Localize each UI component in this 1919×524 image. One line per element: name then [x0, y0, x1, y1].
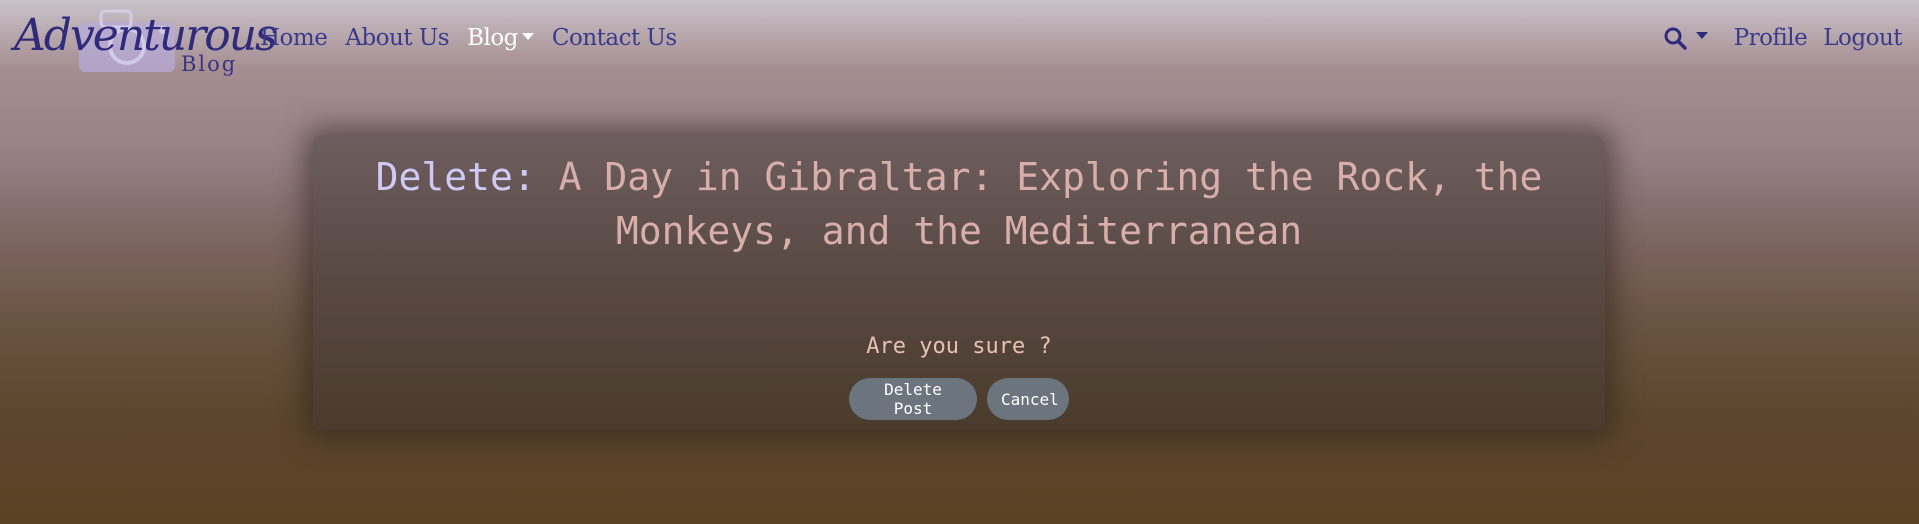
- nav-contact-us[interactable]: Contact Us: [552, 25, 677, 51]
- nav-home[interactable]: Home: [260, 25, 328, 51]
- main-nav: Home About Us Blog Contact Us: [260, 25, 695, 51]
- nav-profile[interactable]: Profile: [1734, 25, 1808, 51]
- brand-logo[interactable]: Adventurous Blog: [14, 6, 278, 78]
- search-icon: [1664, 27, 1687, 50]
- brand-sub-text: Blog: [181, 52, 238, 76]
- delete-post-button[interactable]: Delete Post: [849, 378, 977, 420]
- nav-blog-dropdown[interactable]: Blog: [467, 25, 534, 51]
- navbar: Adventurous Blog Home About Us Blog Cont…: [0, 0, 1919, 84]
- page-title: Delete: A Day in Gibraltar: Exploring th…: [353, 150, 1565, 258]
- nav-blog-label: Blog: [467, 25, 518, 51]
- nav-about-us[interactable]: About Us: [345, 25, 449, 51]
- delete-confirm-card: Delete: A Day in Gibraltar: Exploring th…: [313, 136, 1605, 430]
- confirm-question: Are you sure ?: [866, 334, 1052, 359]
- search-dropdown-toggle[interactable]: [1663, 26, 1708, 50]
- action-buttons: Delete Post Cancel: [313, 378, 1605, 420]
- delete-prefix: Delete:: [375, 155, 536, 199]
- chevron-down-icon: [521, 32, 534, 40]
- nav-logout[interactable]: Logout: [1823, 25, 1902, 51]
- user-nav: Profile Logout: [1663, 25, 1902, 51]
- chevron-down-icon: [1695, 31, 1708, 39]
- post-title: A Day in Gibraltar: Exploring the Rock, …: [558, 155, 1543, 253]
- cancel-button[interactable]: Cancel: [987, 378, 1069, 420]
